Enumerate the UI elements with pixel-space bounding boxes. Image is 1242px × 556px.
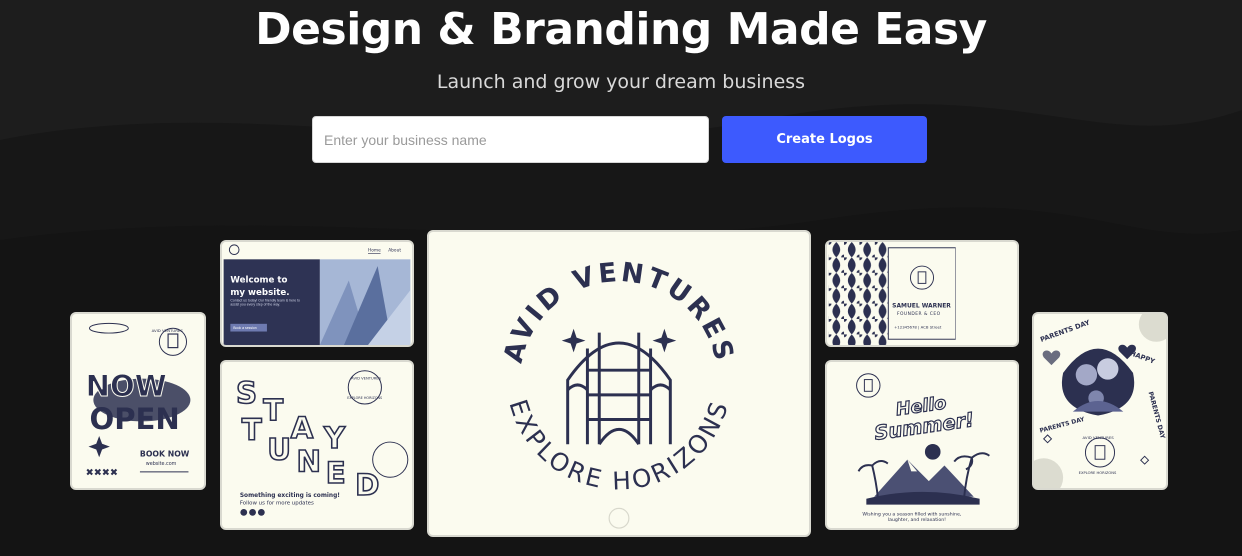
hero-title: Design & Branding Made Easy bbox=[255, 4, 987, 55]
sample-now-open-poster[interactable]: AVID VENTURES NOW OPEN BOOK NOW website.… bbox=[70, 312, 206, 490]
stay-tuned-letter-a: A bbox=[291, 411, 314, 445]
parents-badge-bottom: EXPLORE HORIZONS bbox=[1079, 471, 1117, 475]
business-card-role: FOUNDER & CEO bbox=[897, 311, 941, 317]
stay-tuned-graphic: AVID VENTURES EXPLORE HORIZONS S T A Y T… bbox=[235, 370, 409, 516]
sample-main-logo[interactable]: AVID VENTURES EXPLORE HORIZONS bbox=[427, 230, 811, 537]
website-heading-2: my website. bbox=[230, 288, 289, 298]
sample-website[interactable]: Home About Welcome to my website. Contac… bbox=[220, 240, 414, 347]
now-open-line1: NOW bbox=[86, 369, 167, 403]
sample-hello-summer[interactable]: Hello Summer! Wishing you a season fille… bbox=[825, 360, 1019, 530]
business-card-contact: +12345678 | ACB Street bbox=[894, 325, 942, 330]
stay-tuned-letter-n: N bbox=[296, 444, 321, 478]
create-logos-button[interactable]: Create Logos bbox=[722, 116, 927, 163]
website-heading-1: Welcome to bbox=[230, 275, 287, 285]
website-nav-about: About bbox=[388, 248, 401, 254]
svg-text:EXPLORE HORIZONS: EXPLORE HORIZONS bbox=[503, 396, 734, 496]
website-body: Contact us today! Our friendly team is h… bbox=[230, 298, 300, 307]
stay-tuned-line2: Follow us for more updates bbox=[240, 501, 314, 507]
now-open-marks: ✖✖✖✖ bbox=[86, 468, 118, 479]
now-open-graphic: AVID VENTURES NOW OPEN BOOK NOW website.… bbox=[85, 322, 191, 479]
sample-business-card[interactable]: SAMUEL WARNER FOUNDER & CEO +12345678 | … bbox=[825, 240, 1019, 347]
sample-stay-tuned-post[interactable]: AVID VENTURES EXPLORE HORIZONS S T A Y T… bbox=[220, 360, 414, 530]
logo-top-text: AVID VENTURES bbox=[498, 257, 737, 366]
parents-day-graphic: PARENTS DAY HAPPY PARENTS DAY PARENTS DA… bbox=[1034, 314, 1166, 488]
now-open-site: website.com bbox=[146, 461, 177, 467]
stay-tuned-letter-s: S bbox=[236, 376, 257, 410]
website-nav-home: Home bbox=[368, 248, 381, 254]
website-button: Book a session bbox=[233, 326, 256, 330]
bridge-icon bbox=[566, 332, 672, 446]
stay-tuned-letter-u: U bbox=[267, 433, 291, 467]
now-open-book: BOOK NOW bbox=[140, 449, 190, 458]
stay-tuned-badge-top: AVID VENTURES bbox=[351, 377, 381, 381]
website-graphic: Home About Welcome to my website. Contac… bbox=[223, 242, 411, 345]
parents-side-text: PARENTS DAY bbox=[1147, 391, 1166, 440]
hello-summer-graphic: Hello Summer! Wishing you a season fille… bbox=[856, 373, 990, 523]
business-name-input[interactable] bbox=[312, 116, 709, 163]
parents-badge-top: AVID VENTURES bbox=[1083, 435, 1115, 440]
stay-tuned-letter-t: T bbox=[263, 394, 283, 428]
parents-arc-left: PARENTS DAY bbox=[1039, 318, 1091, 343]
now-open-badge: AVID VENTURES bbox=[152, 328, 184, 333]
now-open-line2: OPEN bbox=[89, 402, 179, 436]
stay-tuned-letter-d: D bbox=[355, 468, 379, 502]
sample-parents-day[interactable]: PARENTS DAY HAPPY PARENTS DAY PARENTS DA… bbox=[1032, 312, 1168, 490]
stay-tuned-line1: Something exciting is coming! bbox=[240, 493, 340, 499]
avid-ventures-logo: AVID VENTURES EXPLORE HORIZONS bbox=[498, 257, 740, 529]
business-card-name: SAMUEL WARNER bbox=[892, 302, 951, 309]
svg-text:AVID VENTURES: AVID VENTURES bbox=[498, 257, 740, 366]
stay-tuned-letter-e: E bbox=[326, 456, 346, 490]
business-card-graphic: SAMUEL WARNER FOUNDER & CEO +12345678 | … bbox=[828, 242, 1016, 345]
hero-subtitle: Launch and grow your dream business bbox=[436, 71, 806, 93]
parents-day-label: PARENTS DAY bbox=[1039, 416, 1086, 435]
summer-caption-2: laughter, and relaxation! bbox=[888, 517, 946, 523]
stay-tuned-badge-bottom: EXPLORE HORIZONS bbox=[347, 396, 382, 400]
stay-tuned-letter-y: Y bbox=[323, 421, 346, 455]
logo-bottom-text: EXPLORE HORIZONS bbox=[503, 396, 731, 496]
summer-caption-1: Wishing you a season filled with sunshin… bbox=[862, 511, 961, 517]
stay-tuned-letter-t2: T bbox=[242, 413, 262, 447]
